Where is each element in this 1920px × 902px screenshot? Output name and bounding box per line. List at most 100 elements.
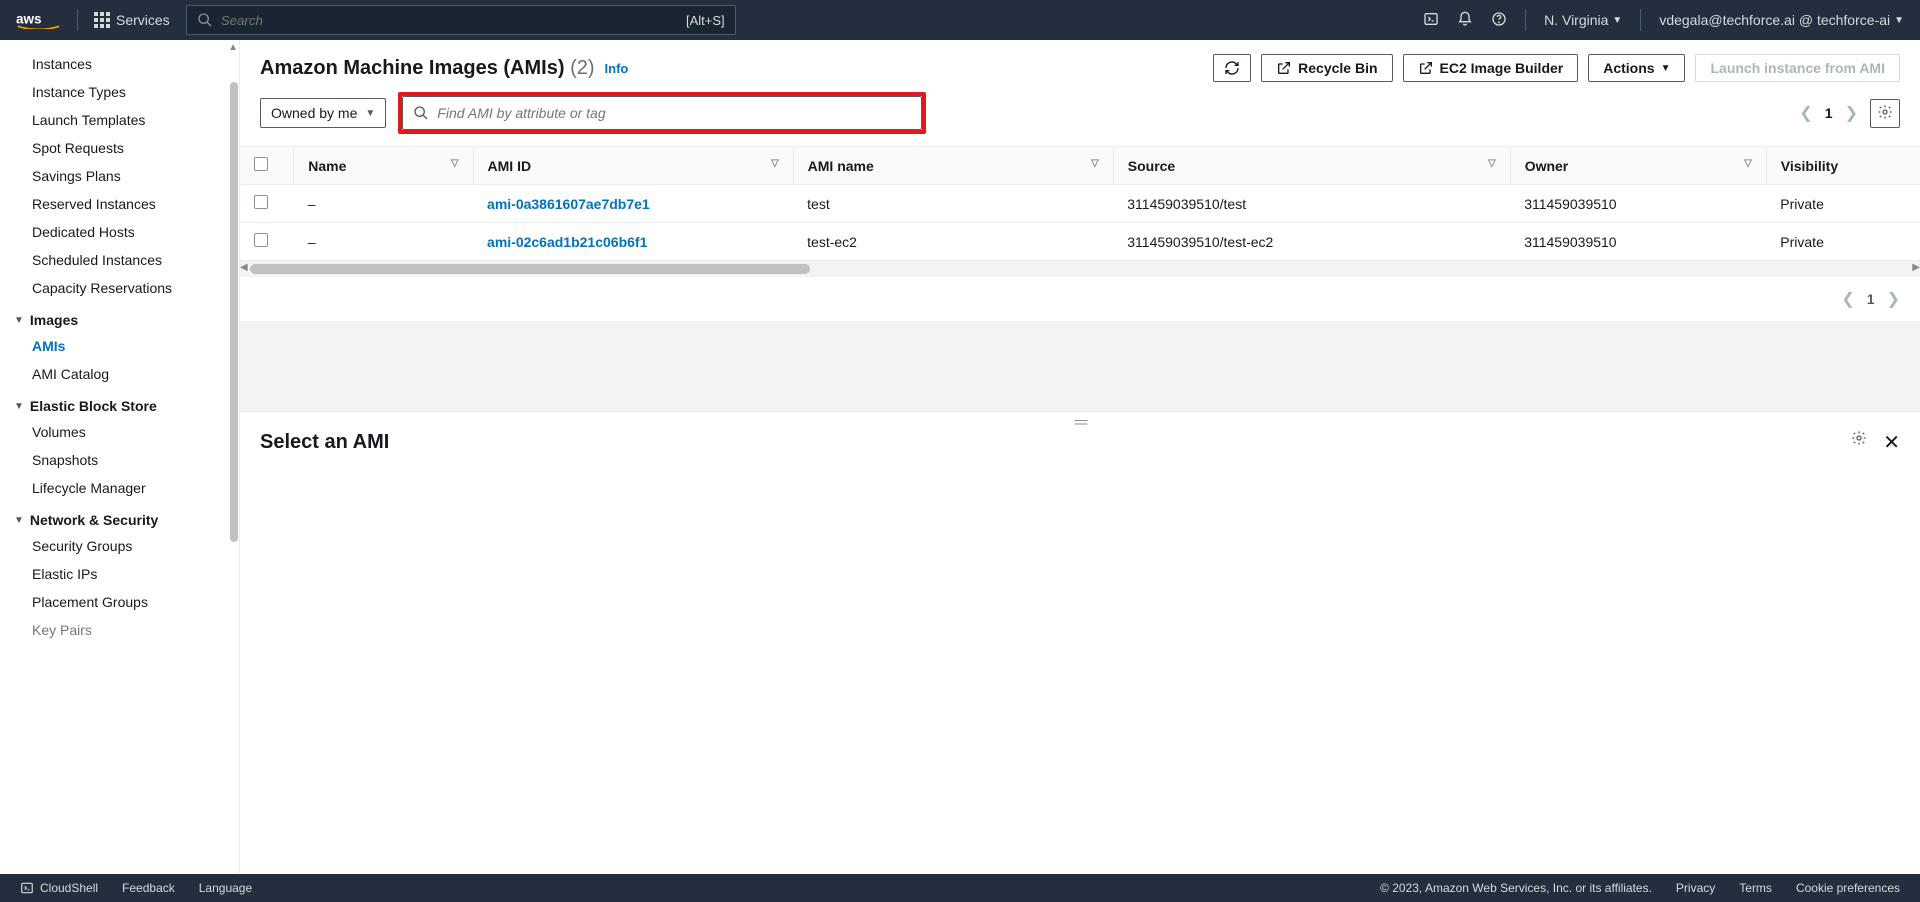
ami-id-link[interactable]: ami-02c6ad1b21c06b6f1 [487,234,647,250]
main-content: Amazon Machine Images (AMIs) (2) Info Re… [240,40,1920,874]
column-header-name[interactable]: Name▽ [294,147,473,185]
account-menu[interactable]: vdegala@techforce.ai @ techforce-ai ▼ [1659,12,1904,28]
page-title-text: Amazon Machine Images (AMIs) [260,57,565,79]
cell-name: – [294,185,473,223]
divider [1640,9,1641,31]
sidebar-section-images[interactable]: ▼Images [14,302,239,332]
sidebar-item[interactable]: Placement Groups [14,588,239,616]
page-title: Amazon Machine Images (AMIs) (2) [260,57,595,80]
sidebar-item[interactable]: Reserved Instances [14,190,239,218]
ami-search-box[interactable] [402,96,922,130]
checkbox[interactable] [254,157,268,171]
notifications-icon[interactable] [1457,11,1473,30]
table-row[interactable]: – ami-02c6ad1b21c06b6f1 test-ec2 3114590… [240,223,1920,261]
column-label: Visibility [1781,158,1838,174]
sidebar-item[interactable]: Lifecycle Manager [14,474,239,502]
services-menu[interactable]: Services [94,12,170,28]
sidebar-item[interactable]: Elastic IPs [14,560,239,588]
recycle-bin-button[interactable]: Recycle Bin [1261,54,1392,82]
launch-instance-button: Launch instance from AMI [1695,54,1900,82]
actions-dropdown[interactable]: Actions▼ [1588,54,1685,82]
sidebar-item-amis[interactable]: AMIs [14,332,239,360]
detail-settings-button[interactable] [1851,430,1867,455]
sidebar-item[interactable]: Capacity Reservations [14,274,239,302]
sidebar-item[interactable]: Savings Plans [14,162,239,190]
refresh-button[interactable] [1213,54,1251,82]
feedback-link[interactable]: Feedback [122,881,175,895]
ami-id-link[interactable]: ami-0a3861607ae7db7e1 [487,196,650,212]
column-header-ami-name[interactable]: AMI name▽ [793,147,1113,185]
sidebar-item[interactable]: Spot Requests [14,134,239,162]
cloudshell-link[interactable]: CloudShell [20,881,98,895]
sidebar-item[interactable]: Security Groups [14,532,239,560]
sort-icon: ▽ [771,158,779,169]
cookies-link[interactable]: Cookie preferences [1796,881,1900,895]
sidebar-item[interactable]: Dedicated Hosts [14,218,239,246]
region-selector[interactable]: N. Virginia ▼ [1544,12,1622,28]
sidebar-section-ebs[interactable]: ▼Elastic Block Store [14,388,239,418]
scrollbar-thumb[interactable] [250,264,810,274]
sidebar-section-network[interactable]: ▼Network & Security [14,502,239,532]
image-builder-button[interactable]: EC2 Image Builder [1403,54,1579,82]
sidebar-item[interactable]: Instance Types [14,78,239,106]
page-prev-button[interactable]: ❮ [1841,289,1854,309]
help-icon[interactable] [1491,11,1507,30]
sidebar-item[interactable]: Volumes [14,418,239,446]
cloudshell-icon[interactable] [1423,11,1439,30]
column-header-owner[interactable]: Owner▽ [1510,147,1766,185]
services-label: Services [116,12,170,28]
page-title-count: (2) [570,57,594,79]
column-label: AMI name [808,158,874,174]
aws-logo[interactable]: aws [16,11,61,29]
sidebar-item[interactable]: Snapshots [14,446,239,474]
close-detail-button[interactable]: ✕ [1883,430,1900,455]
ownership-filter-dropdown[interactable]: Owned by me ▼ [260,98,386,128]
terms-link[interactable]: Terms [1739,881,1772,895]
privacy-link[interactable]: Privacy [1676,881,1715,895]
caret-down-icon: ▼ [14,315,24,326]
global-search-input[interactable] [221,13,686,28]
table-row[interactable]: – ami-0a3861607ae7db7e1 test 31145903951… [240,185,1920,223]
scroll-right-arrow-icon[interactable]: ▶ [1912,262,1920,273]
cell-owner: 311459039510 [1510,223,1766,261]
button-label: Actions [1603,60,1654,76]
ami-search-input[interactable] [437,105,911,121]
page-next-button[interactable]: ❯ [1887,289,1900,309]
scrollbar-thumb[interactable] [230,82,238,542]
copyright-text: © 2023, Amazon Web Services, Inc. or its… [1380,881,1652,895]
scroll-left-arrow-icon[interactable]: ◀ [240,262,248,273]
column-header-source[interactable]: Source▽ [1113,147,1510,185]
account-label: vdegala@techforce.ai @ techforce-ai [1659,12,1890,28]
cell-ami-name: test [793,185,1113,223]
language-link[interactable]: Language [199,881,252,895]
divider [1525,9,1526,31]
horizontal-scrollbar[interactable]: ◀ ▶ [240,261,1920,277]
sort-icon: ▽ [1744,158,1752,169]
cell-source: 311459039510/test-ec2 [1113,223,1510,261]
row-checkbox[interactable] [254,195,268,209]
sidebar-item[interactable]: Launch Templates [14,106,239,134]
row-checkbox[interactable] [254,233,268,247]
detail-title: Select an AMI [260,431,389,454]
scroll-up-arrow-icon[interactable]: ▲ [228,42,238,53]
sidebar-item[interactable]: Key Pairs [14,616,239,644]
sidebar-item[interactable]: AMI Catalog [14,360,239,388]
cell-source: 311459039510/test [1113,185,1510,223]
drag-handle-icon[interactable]: == [1074,414,1086,430]
sidebar-item[interactable]: Scheduled Instances [14,246,239,274]
global-search[interactable]: [Alt+S] [186,5,736,35]
sidebar-item[interactable]: Instances [14,50,239,78]
cell-name: – [294,223,473,261]
detail-pane: == Select an AMI ✕ [240,411,1920,874]
info-link[interactable]: Info [605,61,629,76]
page-next-button[interactable]: ❯ [1845,103,1858,123]
select-all-header[interactable] [240,147,294,185]
section-title: Network & Security [30,512,158,528]
table-settings-button[interactable] [1870,99,1900,128]
search-icon [197,12,213,28]
page-prev-button[interactable]: ❮ [1799,103,1812,123]
column-header-visibility[interactable]: Visibility [1766,147,1920,185]
column-header-ami-id[interactable]: AMI ID▽ [473,147,793,185]
sidebar-scrollbar[interactable]: ▲ [230,42,238,542]
search-icon [413,105,429,121]
